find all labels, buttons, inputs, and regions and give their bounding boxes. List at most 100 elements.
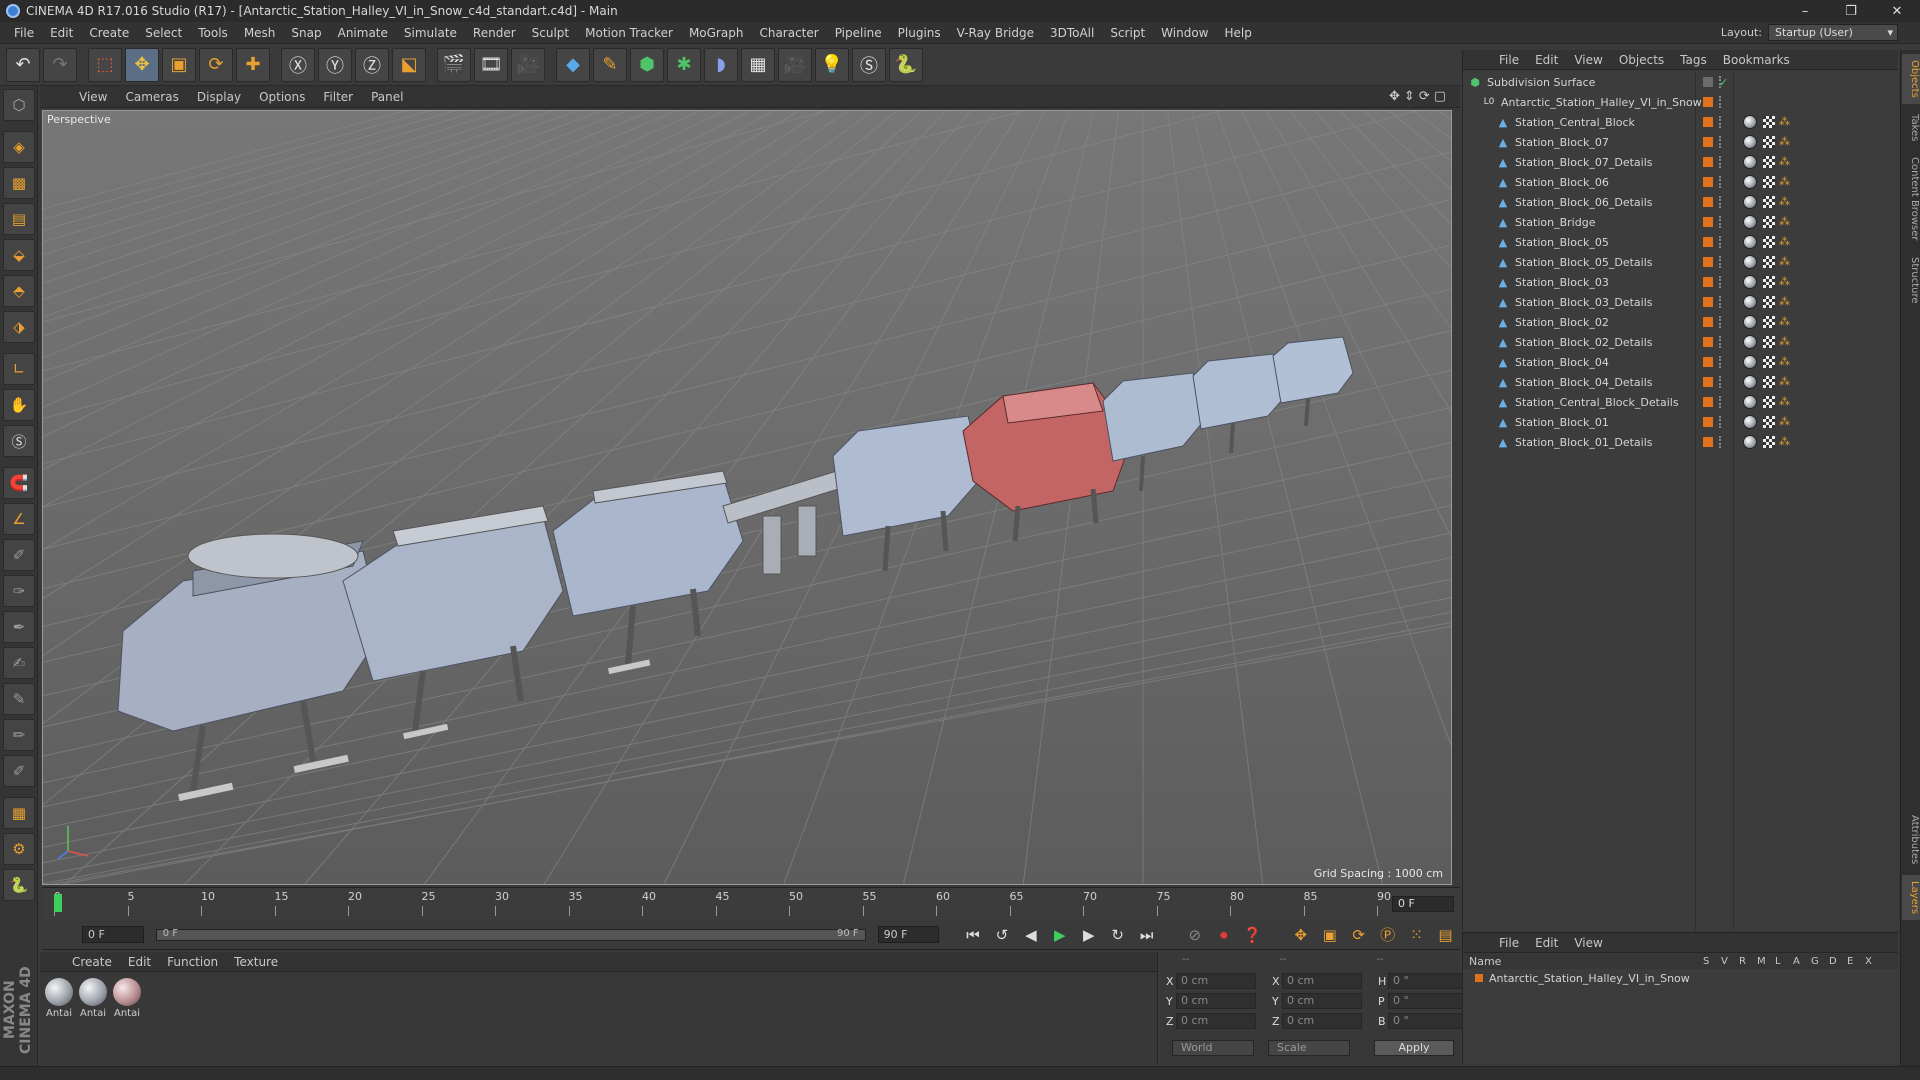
- x-axis-button[interactable]: Ⓧ: [281, 47, 315, 82]
- visibility-dots-icon[interactable]: [1719, 116, 1723, 128]
- menu-mograph[interactable]: MoGraph: [681, 26, 752, 40]
- autokey-button[interactable]: ❓: [1240, 923, 1265, 947]
- material-tag-icon[interactable]: [1743, 215, 1757, 229]
- spline-pen-button[interactable]: ✎: [593, 47, 627, 82]
- object-row[interactable]: ▲ Station_Block_06 ⁂: [1463, 172, 1899, 192]
- record-active-button[interactable]: ⏺: [1211, 923, 1236, 947]
- visibility-dots-icon[interactable]: [1719, 336, 1723, 348]
- redo-button[interactable]: ↷: [43, 47, 77, 82]
- visibility-dots-icon[interactable]: [1719, 156, 1723, 168]
- layer-column-x[interactable]: X: [1865, 956, 1872, 967]
- tweak-mode-button[interactable]: ✋: [3, 389, 35, 421]
- menu-simulate[interactable]: Simulate: [396, 26, 465, 40]
- phong-tag-icon[interactable]: ⁂: [1779, 296, 1791, 308]
- visibility-dots-icon[interactable]: [1719, 256, 1723, 268]
- layer-color-swatch[interactable]: [1703, 277, 1713, 287]
- menu-v-ray-bridge[interactable]: V-Ray Bridge: [949, 26, 1042, 40]
- polygons-mode-button[interactable]: ⬗: [3, 311, 35, 343]
- object-row[interactable]: ▲ Station_Block_01_Details ⁂: [1463, 432, 1899, 452]
- layer-column-s[interactable]: S: [1703, 956, 1709, 967]
- checker-tag-icon[interactable]: [1763, 236, 1775, 248]
- material-tag-icon[interactable]: [1743, 255, 1757, 269]
- snap-button[interactable]: Ⓢ: [3, 425, 35, 457]
- material-tag-icon[interactable]: [1743, 435, 1757, 449]
- layer-color-swatch[interactable]: [1703, 177, 1713, 187]
- side-tab-attributes[interactable]: Attributes: [1902, 809, 1920, 870]
- visibility-dots-icon[interactable]: [1719, 296, 1723, 308]
- phong-tag-icon[interactable]: ⁂: [1779, 116, 1791, 128]
- material-tag-icon[interactable]: [1743, 315, 1757, 329]
- mat-menu-texture[interactable]: Texture: [226, 955, 286, 969]
- menu-animate[interactable]: Animate: [330, 26, 396, 40]
- phong-tag-icon[interactable]: ⁂: [1779, 316, 1791, 328]
- layer-column-e[interactable]: E: [1847, 956, 1853, 967]
- size-y-field[interactable]: 0 cm: [1282, 993, 1362, 1009]
- light-button[interactable]: 💡: [815, 47, 849, 82]
- layer-color-swatch[interactable]: [1703, 297, 1713, 307]
- end-frame-field[interactable]: 90 F: [877, 926, 940, 943]
- menu-render[interactable]: Render: [465, 26, 524, 40]
- layer-color-swatch[interactable]: [1703, 417, 1713, 427]
- key-rotation-button[interactable]: ⟳: [1346, 923, 1371, 947]
- lay-menu-edit[interactable]: Edit: [1527, 936, 1566, 950]
- visibility-dots-icon[interactable]: [1719, 136, 1723, 148]
- object-row[interactable]: ▲ Station_Block_02_Details ⁂: [1463, 332, 1899, 352]
- visibility-dots-icon[interactable]: [1719, 316, 1723, 328]
- material-tag-icon[interactable]: [1743, 155, 1757, 169]
- object-row[interactable]: ▲ Station_Block_07_Details ⁂: [1463, 152, 1899, 172]
- live-selection-button[interactable]: ⬚: [88, 47, 122, 82]
- side-tab-objects[interactable]: Objects: [1902, 54, 1920, 104]
- object-row[interactable]: ⬢ Subdivision Surface ✓: [1463, 72, 1899, 92]
- lock-workplane-button[interactable]: ▦: [3, 797, 35, 829]
- next-frame-button[interactable]: ▶: [1076, 923, 1101, 947]
- size-x-field[interactable]: 0 cm: [1282, 973, 1362, 989]
- z-axis-button[interactable]: Ⓩ: [355, 47, 389, 82]
- size-z-field[interactable]: 0 cm: [1282, 1013, 1362, 1029]
- array-button[interactable]: ✱: [667, 47, 701, 82]
- rotate-tool-button[interactable]: ⟳: [199, 47, 233, 82]
- checker-tag-icon[interactable]: [1763, 116, 1775, 128]
- phong-tag-icon[interactable]: ⁂: [1779, 256, 1791, 268]
- frame-range-slider[interactable]: 0 F 90 F: [155, 928, 866, 941]
- material-tag-icon[interactable]: [1743, 335, 1757, 349]
- layer-column-r[interactable]: R: [1739, 956, 1746, 967]
- layer-color-swatch[interactable]: [1703, 157, 1713, 167]
- playhead-marker[interactable]: [54, 894, 62, 912]
- menu-plugins[interactable]: Plugins: [890, 26, 949, 40]
- coordinate-system-button[interactable]: ⬕: [392, 47, 426, 82]
- obj-menu-tags[interactable]: Tags: [1672, 53, 1715, 67]
- paint-s-button[interactable]: ✍: [3, 647, 35, 679]
- material-tag-icon[interactable]: [1743, 375, 1757, 389]
- phong-tag-icon[interactable]: ⁂: [1779, 176, 1791, 188]
- phong-tag-icon[interactable]: ⁂: [1779, 276, 1791, 288]
- mat-menu-function[interactable]: Function: [159, 955, 226, 969]
- play-button[interactable]: ▶: [1047, 923, 1072, 947]
- material-swatch-3[interactable]: Antai: [112, 978, 142, 1019]
- obj-menu-file[interactable]: File: [1491, 53, 1527, 67]
- layer-column-a[interactable]: A: [1793, 956, 1800, 967]
- side-tab-content-browser[interactable]: Content Browser: [1902, 151, 1920, 246]
- coordinate-mode-dropdown[interactable]: World: [1172, 1040, 1254, 1056]
- object-row[interactable]: ▲ Station_Block_05 ⁂: [1463, 232, 1899, 252]
- record-disabled-button[interactable]: ⊘: [1182, 923, 1207, 947]
- timeline-ruler[interactable]: 051015202530354045505560657075808590 0 F: [42, 887, 1460, 919]
- deformer-button[interactable]: ◗: [704, 47, 738, 82]
- angle-tool-button[interactable]: ∠: [3, 503, 35, 535]
- mat-menu-create[interactable]: Create: [64, 955, 120, 969]
- side-tab-layers[interactable]: Layers: [1902, 874, 1920, 920]
- close-button[interactable]: ✕: [1874, 0, 1920, 22]
- lay-menu-view[interactable]: View: [1566, 936, 1610, 950]
- render-picture-viewer-button[interactable]: 🎞: [474, 47, 508, 82]
- python-button[interactable]: 🐍: [889, 47, 923, 82]
- menu-tools[interactable]: Tools: [190, 26, 236, 40]
- layer-color-swatch[interactable]: [1703, 397, 1713, 407]
- checker-tag-icon[interactable]: [1763, 216, 1775, 228]
- paint-p-button[interactable]: ✑: [3, 575, 35, 607]
- layer-row[interactable]: Antarctic_Station_Halley_VI_in_Snow: [1463, 969, 1898, 987]
- obj-menu-bookmarks[interactable]: Bookmarks: [1715, 53, 1798, 67]
- model-mode-button[interactable]: ◈: [3, 131, 35, 163]
- material-tag-icon[interactable]: [1743, 295, 1757, 309]
- phong-tag-icon[interactable]: ⁂: [1779, 136, 1791, 148]
- menu-edit[interactable]: Edit: [42, 26, 81, 40]
- mat-menu-edit[interactable]: Edit: [120, 955, 159, 969]
